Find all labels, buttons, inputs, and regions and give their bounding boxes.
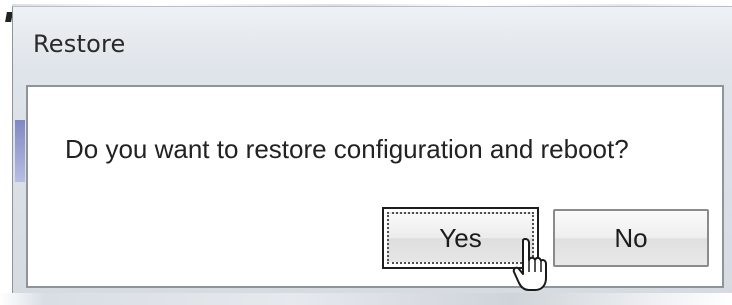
no-button[interactable]: No <box>553 209 709 267</box>
hand-pointer-cursor-icon <box>512 238 547 291</box>
taskbar-shade <box>0 293 732 305</box>
restore-dialog: Do you want to restore configuration and… <box>26 85 724 288</box>
dialog-message: Do you want to restore configuration and… <box>65 134 629 164</box>
screen: Restore Do you want to restore configura… <box>0 0 732 305</box>
window-title: Restore <box>33 30 126 58</box>
window-edge-accent <box>15 120 25 182</box>
